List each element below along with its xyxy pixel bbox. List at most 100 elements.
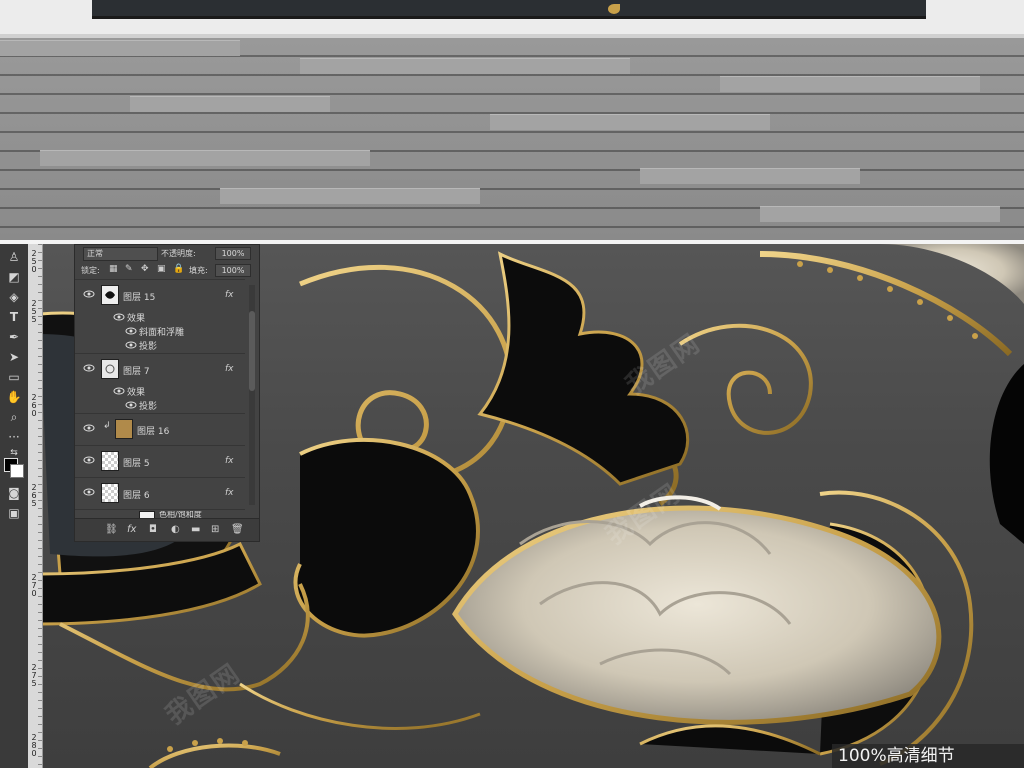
fx-badge[interactable]: fx (225, 290, 234, 300)
wall-brick (220, 188, 480, 204)
background-color-swatch[interactable] (10, 464, 24, 478)
layer-thumbnail (115, 419, 133, 439)
effects-label: 效果 (127, 388, 146, 398)
fill-label: 填充: (189, 266, 208, 275)
layer-row[interactable]: 图层 15 fx (75, 281, 245, 309)
layer-name[interactable]: 图层 7 (123, 364, 150, 377)
visibility-eye-icon[interactable] (83, 424, 95, 432)
opacity-label: 不透明度: (161, 249, 196, 258)
adjustment-layer-icon[interactable]: ◐ (171, 524, 180, 535)
divider (75, 509, 245, 510)
visibility-eye-icon[interactable] (83, 488, 95, 496)
layer-row[interactable]: 图层 6 fx (75, 479, 245, 507)
layer-name[interactable]: 图层 5 (123, 456, 150, 469)
lock-position-icon[interactable]: ✥ (141, 264, 149, 274)
fill-field[interactable]: 100% (215, 264, 251, 277)
delete-layer-icon[interactable]: 🗑 (231, 524, 244, 535)
layer-thumbnail (101, 359, 119, 379)
visibility-eye-icon[interactable] (113, 387, 125, 395)
lock-all-icon[interactable]: 🔒 (173, 264, 184, 274)
link-layers-icon[interactable]: ⛓ (105, 524, 118, 535)
effects-label: 效果 (127, 314, 146, 324)
eraser-tool-icon[interactable]: ◩ (4, 268, 24, 286)
new-group-icon[interactable]: ▬ (191, 524, 200, 535)
layer-row[interactable]: ↲ 图层 16 (75, 415, 245, 443)
visibility-eye-icon[interactable] (125, 327, 137, 335)
effects-row[interactable]: 效果 (75, 385, 245, 398)
wall-brick (760, 206, 1000, 222)
opacity-field[interactable]: 100% (215, 247, 251, 260)
layer-name[interactable]: 图层 16 (137, 424, 169, 437)
wall-brick (130, 96, 330, 112)
visibility-eye-icon[interactable] (125, 341, 137, 349)
lock-transparent-icon[interactable]: ▦ (109, 264, 118, 274)
layer-thumbnail (101, 483, 119, 503)
effect-row[interactable]: 斜面和浮雕 (75, 325, 245, 338)
visibility-eye-icon[interactable] (113, 313, 125, 321)
divider (75, 477, 245, 478)
ruler-number: 5 (31, 679, 37, 688)
fx-badge[interactable]: fx (225, 364, 234, 374)
layers-panel: 正常 不透明度: 100% 锁定: ▦ ✎ ✥ ▣ 🔒 填充: 100% 图层 … (74, 244, 260, 542)
vertical-ruler: 2 5 0 2 5 5 2 6 0 2 6 5 2 7 0 2 7 5 2 8 … (28, 244, 43, 768)
wall-shelf (0, 34, 1024, 38)
zoom-tool-icon[interactable]: ⌕ (4, 408, 24, 426)
effect-name: 斜面和浮雕 (139, 328, 185, 338)
lock-pixels-icon[interactable]: ✎ (125, 264, 133, 274)
stamp-tool-icon[interactable]: ♙ (4, 248, 24, 266)
divider (75, 413, 245, 414)
new-layer-icon[interactable]: ⊞ (211, 524, 219, 535)
effect-row[interactable]: 投影 (75, 399, 245, 412)
rectangle-tool-icon[interactable]: ▭ (4, 368, 24, 386)
pen-tool-icon[interactable]: ✒ (4, 328, 24, 346)
wall-brick (0, 40, 240, 56)
type-tool-icon[interactable]: T (4, 308, 24, 326)
effect-row[interactable]: 投影 (75, 339, 245, 352)
wall-brick (300, 58, 630, 74)
tools-panel: ♙ ◩ ◈ T ✒ ➤ ▭ ✋ ⌕ ··· ⇆ ◙ ▣ (0, 244, 29, 768)
quick-mask-icon[interactable]: ◙ (4, 484, 24, 502)
ruler-number: 0 (31, 749, 37, 758)
effect-name: 投影 (139, 342, 158, 352)
layer-row[interactable]: 图层 5 fx (75, 447, 245, 475)
hand-tool-icon[interactable]: ✋ (4, 388, 24, 406)
layer-name[interactable]: 图层 6 (123, 488, 150, 501)
layers-panel-footer: ⛓ fx ◘ ◐ ▬ ⊞ 🗑 (75, 518, 259, 541)
lock-label: 锁定: (81, 266, 100, 275)
ruler-number: 0 (31, 589, 37, 598)
screen-mode-icon[interactable]: ▣ (4, 504, 24, 522)
wall-brick (720, 76, 980, 92)
add-mask-icon[interactable]: ◘ (149, 524, 157, 535)
layer-row[interactable]: 图层 7 fx (75, 355, 245, 383)
effect-name: 投影 (139, 402, 158, 412)
layer-thumbnail (101, 451, 119, 471)
ruler-number: 5 (31, 315, 37, 324)
layer-name[interactable]: 图层 15 (123, 290, 155, 303)
path-select-icon[interactable]: ➤ (4, 348, 24, 366)
visibility-eye-icon[interactable] (83, 290, 95, 298)
wall-brick (490, 114, 770, 130)
visibility-eye-icon[interactable] (83, 364, 95, 372)
wall-preview (0, 0, 1024, 242)
fx-badge[interactable]: fx (225, 488, 234, 498)
visibility-eye-icon[interactable] (125, 401, 137, 409)
wall-brick (40, 150, 370, 166)
ruler-number: 0 (31, 265, 37, 274)
ruler-number: 0 (31, 409, 37, 418)
detail-badge: 100%高清细节 (832, 744, 1024, 768)
blend-mode-select[interactable]: 正常 (83, 247, 158, 261)
layer-thumbnail (101, 285, 119, 305)
tv-frame (92, 0, 926, 19)
add-style-icon[interactable]: fx (127, 524, 136, 535)
fx-badge[interactable]: fx (225, 456, 234, 466)
lock-artboard-icon[interactable]: ▣ (157, 264, 166, 274)
divider (75, 353, 245, 354)
clipping-arrow-icon: ↲ (103, 421, 111, 431)
ruler-number: 5 (31, 499, 37, 508)
layers-scroll-thumb[interactable] (249, 311, 255, 391)
divider (75, 445, 245, 446)
effects-row[interactable]: 效果 (75, 311, 245, 324)
paint-bucket-icon[interactable]: ◈ (4, 288, 24, 306)
visibility-eye-icon[interactable] (83, 456, 95, 464)
wall-brick (640, 168, 860, 184)
